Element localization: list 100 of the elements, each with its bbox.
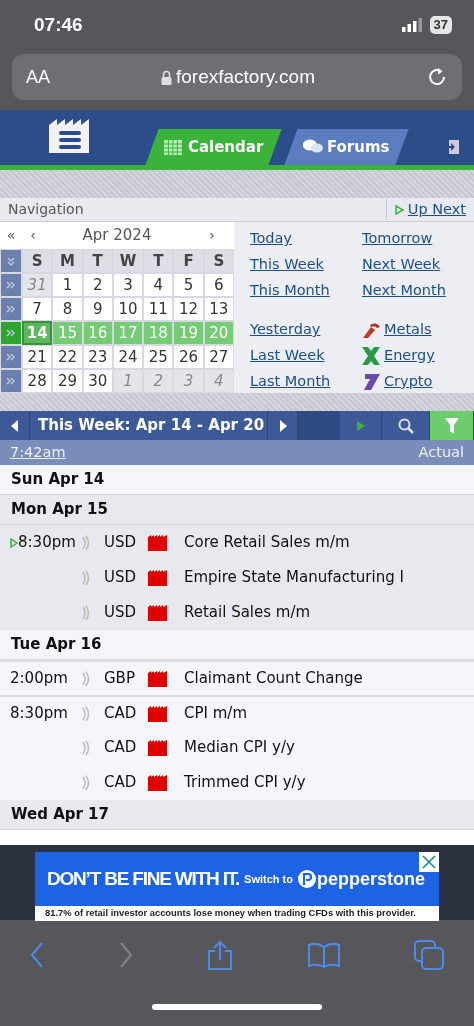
quick-link[interactable]: Last Week [250,345,325,367]
calendar-day[interactable]: 4 [143,273,174,297]
sound-icon[interactable] [82,604,90,621]
quick-link[interactable]: Yesterday [250,319,321,341]
calendar-day[interactable]: 10 [112,297,144,321]
sound-icon[interactable] [82,534,90,551]
quick-link[interactable]: Metals [384,319,432,341]
calendar-day[interactable]: 29 [52,369,83,393]
calendar-day[interactable]: 5 [173,273,204,297]
back-icon[interactable] [30,942,44,968]
reload-icon[interactable] [426,66,448,88]
day-header: Tue Apr 16 [0,630,474,660]
double-chevron-right-icon [5,327,17,339]
search-icon [397,417,414,434]
text-size-button[interactable]: AA [26,63,50,91]
calendar-day[interactable]: 25 [143,345,174,369]
sound-icon[interactable] [82,569,90,586]
next-month-button[interactable]: › [190,225,234,246]
quick-link[interactable]: Next Week [362,253,441,276]
advertisement-banner[interactable]: DON’T BE FINE WITH IT. Switch to pepperstone 81.7% of retail investor accounts lose money when trading CFDs with this provider. [35,852,439,921]
factory-icon [148,739,167,756]
calendar-day[interactable]: 7 [22,297,53,321]
week-button[interactable] [0,369,22,393]
currency: GBP [103,668,136,690]
filter-button[interactable] [430,411,474,440]
calendar-day[interactable]: 9 [82,297,113,321]
quick-link[interactable]: Today [250,228,292,250]
up-next-link[interactable]: Up Next [407,198,466,221]
address-bar[interactable]: AA forexfactory.com [12,54,462,100]
week-button[interactable] [0,297,22,321]
stylized-z-icon [362,372,380,391]
calendar-day[interactable]: 13 [203,297,234,321]
event-row[interactable]: 8:30pm USD Core Retail Sales m/m [0,525,474,560]
tabs-icon[interactable] [414,940,444,970]
actual-column-header: Actual [418,442,464,462]
currency: CAD [103,703,138,725]
calendar-day[interactable]: 30 [82,369,113,393]
weekday-header: M [52,249,83,273]
quick-link[interactable]: Last Month [250,370,331,393]
first-month-button[interactable]: « [0,225,22,246]
signal-icon [401,18,422,32]
week-button[interactable] [0,321,22,345]
factory-icon [148,670,167,687]
calendar-day[interactable]: 24 [112,345,144,369]
calendar-day[interactable]: 26 [173,345,204,369]
sound-icon[interactable] [82,739,90,756]
calendar-day[interactable]: 6 [203,273,234,297]
factory-icon [148,534,167,551]
lock-icon [161,69,172,85]
filter-icon [444,417,459,434]
double-chevron-down-icon[interactable] [5,255,17,267]
calendar-day[interactable]: 8 [52,297,83,321]
share-icon[interactable] [207,940,233,970]
event-title: Median CPI y/y [183,737,295,759]
factory-menu-icon[interactable] [49,117,91,153]
factory-icon [148,604,167,621]
week-button[interactable] [0,345,22,369]
calendar-day[interactable]: 1 [52,273,83,297]
quick-link[interactable]: Tomorrow [362,228,433,250]
currency: USD [103,532,138,554]
nav-tab[interactable]: Forums [284,129,409,165]
currency: USD [103,567,138,589]
close-ad-button[interactable] [419,852,439,872]
event-row[interactable]: 8:30pm CAD CPI m/m [0,695,474,730]
calendar-day[interactable]: 11 [143,297,174,321]
event-row[interactable]: CAD Median CPI y/y [0,730,474,765]
calendar-day[interactable]: 21 [22,345,53,369]
prev-month-button[interactable]: ‹ [22,225,44,246]
navigation-title: Navigation [7,200,84,219]
event-row[interactable]: CAD Trimmed CPI y/y [0,765,474,800]
currency: CAD [103,772,138,794]
event-row[interactable]: 2:00pm GBP Claimant Count Change [0,660,474,695]
ad-headline: DON’T BE FINE WITH IT. [47,866,240,891]
cross-icon [362,346,380,365]
weekday-header: F [173,249,204,273]
calendar-day[interactable]: 3 [112,273,144,297]
event-title: Claimant Count Change [183,668,363,690]
play-icon [394,204,404,215]
event-time: 2:00pm [10,668,68,690]
quick-link[interactable]: This Week [250,253,324,276]
event-row[interactable]: USD Retail Sales m/m [0,595,474,630]
sound-icon[interactable] [82,774,90,791]
calendar-day[interactable]: 2 [82,273,113,297]
event-title: Retail Sales m/m [183,602,311,624]
quick-link[interactable]: Next Month [362,279,446,302]
book-icon[interactable] [307,942,340,968]
sound-icon[interactable] [82,670,90,687]
quick-link[interactable]: Energy [384,345,435,367]
sound-icon[interactable] [82,705,90,722]
calendar-day[interactable]: 12 [173,297,204,321]
calendar-day[interactable]: 28 [22,369,53,393]
triangle-right-icon [278,419,287,432]
quick-link[interactable]: This Month [250,279,330,302]
quick-link[interactable]: Crypto [384,370,433,393]
event-row[interactable]: USD Empire State Manufacturing I [0,560,474,595]
calendar-day[interactable]: 23 [82,345,113,369]
calendar-day[interactable]: 27 [203,345,234,369]
calendar-day[interactable]: 22 [52,345,83,369]
week-button[interactable] [0,273,22,297]
weekday-header: T [82,249,113,273]
